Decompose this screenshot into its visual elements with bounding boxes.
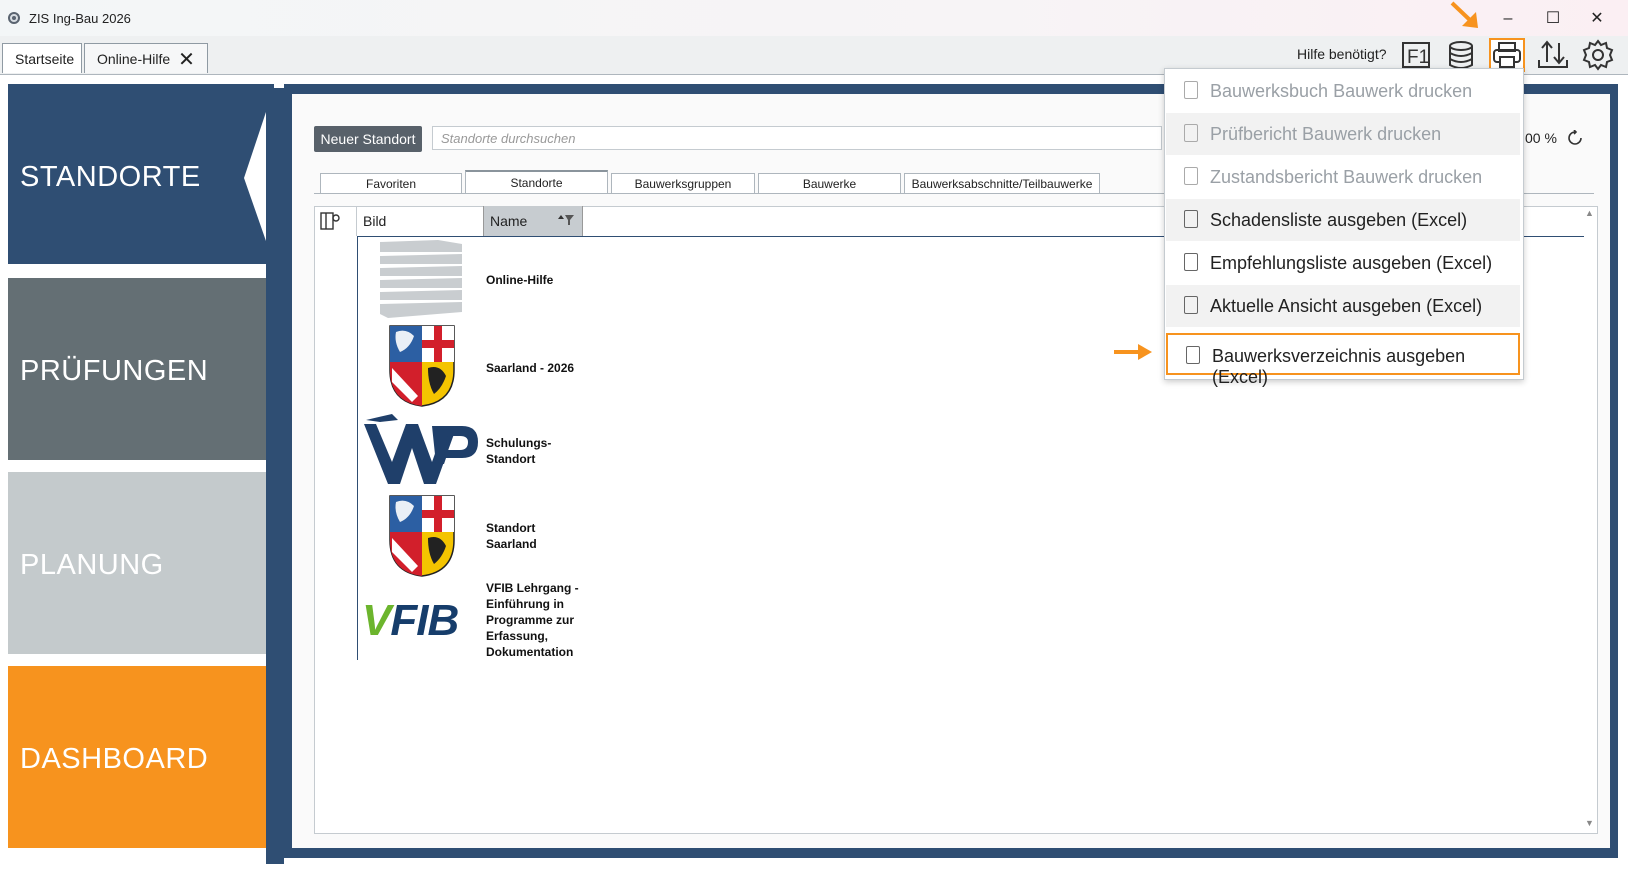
stacked-layers-logo (380, 240, 462, 318)
sidebar-tile-planung[interactable]: PLANUNG (8, 472, 274, 654)
wmp-logo (364, 414, 478, 484)
subtab-bauwerksabschnitte[interactable]: Bauwerksabschnitte/Teilbauwerke (904, 173, 1100, 193)
menu-item-pruefbericht[interactable]: Prüfbericht Bauwerk drucken (1166, 113, 1520, 155)
sidebar-standorte-label-wrap: STANDORTE (8, 84, 274, 266)
scroll-down-icon[interactable]: ▼ (1585, 818, 1594, 828)
spreadsheet-icon (1184, 253, 1198, 271)
sidebar-label: PLANUNG (20, 549, 164, 581)
tab-label: Online-Hilfe (97, 51, 171, 67)
menu-item-aktuelle-ansicht[interactable]: Aktuelle Ansicht ausgeben (Excel) (1166, 285, 1520, 327)
annotation-arrow-icon (1114, 344, 1152, 360)
spreadsheet-icon (1184, 296, 1198, 314)
menu-item-label: Bauwerksverzeichnis ausgeben (Excel) (1212, 346, 1466, 387)
search-input[interactable]: Standorte durchsuchen (432, 126, 1162, 150)
menu-item-label: Aktuelle Ansicht ausgeben (Excel) (1210, 296, 1483, 316)
print-icon[interactable] (1489, 38, 1525, 72)
export-icon[interactable] (1535, 38, 1571, 72)
minimize-button[interactable]: – (1496, 8, 1520, 30)
help-f1-button[interactable]: F1 (1399, 38, 1435, 72)
database-icon[interactable] (1444, 38, 1480, 72)
row-indicator-line (357, 236, 358, 660)
menu-item-label: Schadensliste ausgeben (Excel) (1210, 210, 1468, 230)
annotation-arrow-icon (1450, 1, 1478, 28)
row-name-online-hilfe[interactable]: Online-Hilfe (486, 272, 553, 288)
tab-label: Startseite (15, 51, 75, 67)
row-name-standort-saarland[interactable]: Standort Saarland (486, 520, 537, 552)
close-tab-icon[interactable]: ✕ (178, 49, 195, 71)
f1-label: F1 (1407, 47, 1429, 68)
vfib-logo-text: FIB (390, 596, 459, 645)
menu-item-label: Zustandsbericht Bauwerk drucken (1210, 167, 1483, 187)
tab-startseite[interactable]: Startseite (2, 43, 82, 73)
zoom-level: 00 % (1525, 130, 1557, 146)
column-chooser-icon[interactable] (318, 210, 344, 232)
vfib-logo: VFIB (362, 596, 459, 645)
app-icon (8, 12, 20, 24)
menu-item-label: Bauwerksbuch Bauwerk drucken (1210, 81, 1473, 101)
row-name-saarland-2026[interactable]: Saarland - 2026 (486, 360, 574, 376)
column-header-label: Name (490, 213, 528, 229)
document-icon (1184, 81, 1198, 99)
maximize-button[interactable]: ☐ (1541, 8, 1565, 30)
saarland-coat-of-arms-icon (389, 495, 455, 577)
title-bar: ZIS Ing-Bau 2026 – ☐ ✕ (0, 0, 1628, 36)
sidebar-label: PRÜFUNGEN (20, 355, 209, 387)
new-location-button[interactable]: Neuer Standort (314, 126, 422, 152)
subtab-standorte[interactable]: Standorte (465, 170, 608, 194)
sidebar-label: DASHBOARD (20, 743, 209, 775)
document-icon (1184, 124, 1198, 142)
row-name-vfib-lehrgang[interactable]: VFIB Lehrgang - Einführung in Programme … (486, 580, 579, 660)
spreadsheet-icon (1186, 346, 1200, 364)
subtab-bauwerksgruppen[interactable]: Bauwerksgruppen (611, 173, 755, 193)
spreadsheet-icon (1184, 210, 1198, 228)
menu-item-label: Empfehlungsliste ausgeben (Excel) (1210, 253, 1493, 273)
menu-item-zustandsbericht[interactable]: Zustandsbericht Bauwerk drucken (1166, 156, 1520, 198)
tab-online-hilfe[interactable]: Online-Hilfe ✕ (84, 43, 208, 73)
menu-item-empfehlungsliste[interactable]: Empfehlungsliste ausgeben (Excel) (1166, 242, 1520, 284)
refresh-icon[interactable] (1567, 130, 1583, 146)
sidebar-tile-dashboard[interactable]: DASHBOARD (8, 666, 274, 848)
sidebar-label: STANDORTE (20, 161, 201, 193)
scroll-up-icon[interactable]: ▲ (1585, 208, 1594, 218)
sidebar-tile-pruefungen[interactable]: PRÜFUNGEN (8, 278, 274, 460)
help-text: Hilfe benötigt? (1297, 46, 1387, 62)
row-name-schulungs-standort[interactable]: Schulungs- Standort (486, 435, 551, 467)
document-icon (1184, 167, 1198, 185)
window-title: ZIS Ing-Bau 2026 (29, 11, 131, 26)
subtab-bauwerke[interactable]: Bauwerke (758, 173, 901, 193)
menu-item-bauwerksbuch[interactable]: Bauwerksbuch Bauwerk drucken (1166, 70, 1520, 112)
menu-item-schadensliste[interactable]: Schadensliste ausgeben (Excel) (1166, 199, 1520, 241)
close-window-button[interactable]: ✕ (1585, 8, 1609, 30)
menu-item-bauwerksverzeichnis[interactable]: Bauwerksverzeichnis ausgeben (Excel) (1166, 333, 1520, 387)
sort-filter-icon[interactable] (556, 213, 576, 227)
subtab-favoriten[interactable]: Favoriten (320, 173, 462, 193)
gear-icon[interactable] (1581, 38, 1617, 72)
column-header-bild[interactable]: Bild (357, 206, 483, 236)
menu-item-label: Prüfbericht Bauwerk drucken (1210, 124, 1442, 144)
saarland-coat-of-arms-icon (389, 325, 455, 407)
